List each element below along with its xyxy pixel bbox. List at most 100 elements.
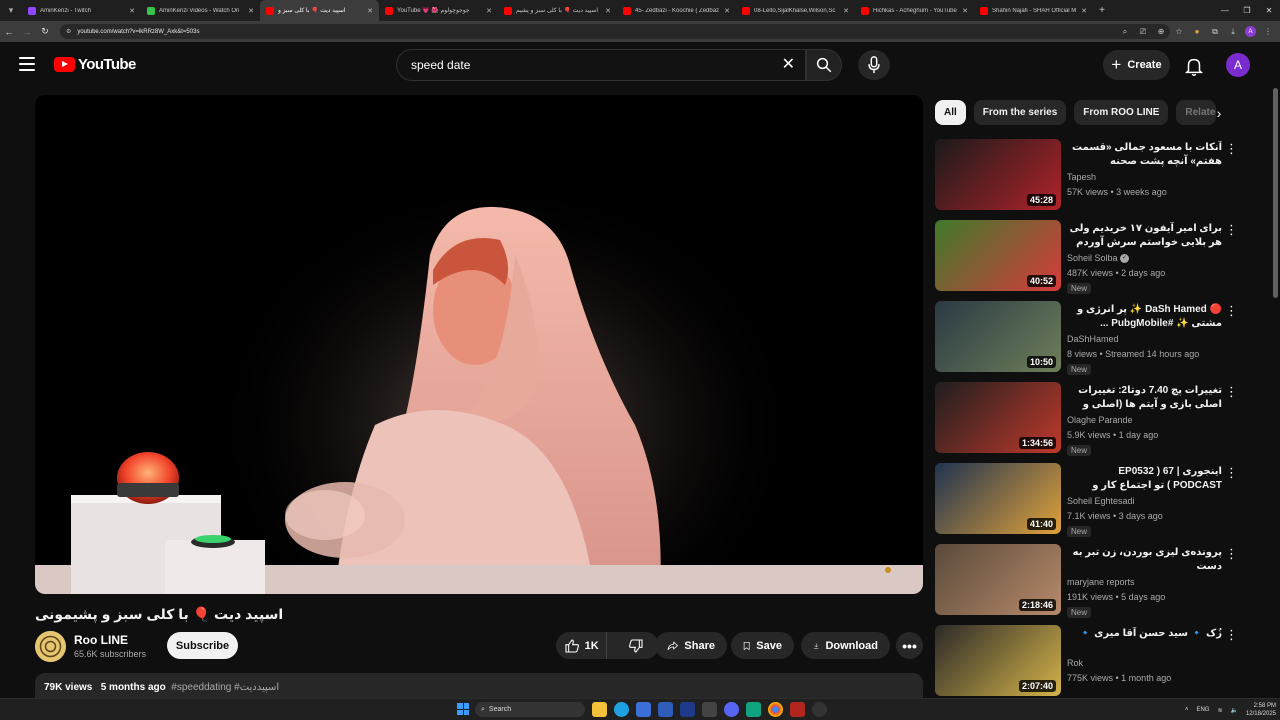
tab-close-icon[interactable]: ✕ xyxy=(367,7,373,15)
chrome-icon[interactable] xyxy=(768,702,783,717)
recommendation-channel[interactable]: Tapesh xyxy=(1067,172,1096,182)
notifications-bell-icon[interactable] xyxy=(1183,55,1205,77)
windows-start-icon[interactable] xyxy=(457,703,469,715)
url-field[interactable]: ⚙ youtube.com/watch?v=lkRRz8W_Axk&t=503s xyxy=(60,24,1170,39)
recommendation-item[interactable]: 40:52 برای امیر آیفون ۱۷ خریدیم ولی هر بل… xyxy=(935,220,1245,294)
back-icon[interactable]: ← xyxy=(0,21,18,42)
terminal-icon[interactable] xyxy=(702,702,717,717)
like-button[interactable]: 1K xyxy=(556,632,608,659)
close-window-icon[interactable]: ✕ xyxy=(1258,0,1280,21)
share-button[interactable]: Share xyxy=(655,632,727,659)
discord-icon[interactable] xyxy=(724,702,739,717)
tray-chevron-icon[interactable]: ˄ xyxy=(1185,707,1189,713)
video-thumbnail[interactable]: 2:07:40 xyxy=(935,625,1061,696)
recommendation-channel[interactable]: Olaghe Parande xyxy=(1067,415,1133,425)
language-indicator[interactable]: ENG xyxy=(1196,707,1209,713)
clock[interactable]: 2:58 PM 12/18/2025 xyxy=(1246,702,1276,718)
recommendation-channel[interactable]: Soheil Solba ✓ xyxy=(1067,253,1130,264)
recommendation-channel[interactable]: maryjane reports xyxy=(1067,577,1135,587)
recommendation-channel[interactable]: DaShHamed xyxy=(1067,334,1119,344)
recommendation-title[interactable]: پرونده‌ی لیزی بوردن، زن تبر به دست xyxy=(1067,546,1222,574)
app-icon-navy[interactable] xyxy=(680,702,695,717)
tab-close-icon[interactable]: ✕ xyxy=(962,7,968,15)
media-player-icon[interactable] xyxy=(812,702,827,717)
recommendation-item[interactable]: 41:40 اینجوری | EP0532 ) 67 PODCAST ) تو … xyxy=(935,463,1245,537)
browser-tab[interactable]: AminKenzi - Twitch ✕ xyxy=(22,0,141,21)
video-thumbnail[interactable]: 41:40 xyxy=(935,463,1061,534)
more-vertical-icon[interactable]: ⋮ xyxy=(1225,465,1238,481)
recommendation-item[interactable]: 10:50 🔴 DaSh Hamed ✨ پر انرژی و مشتی ✨ #P… xyxy=(935,301,1245,375)
app-icon-teal[interactable] xyxy=(746,702,761,717)
search-input[interactable] xyxy=(411,58,771,72)
recommendation-channel[interactable]: Rok xyxy=(1067,658,1083,668)
chip-from-series[interactable]: From the series xyxy=(973,100,1067,125)
chevron-right-icon[interactable]: › xyxy=(1208,100,1230,125)
clear-search-icon[interactable]: ✕ xyxy=(782,57,795,73)
youtube-logo[interactable]: YouTube xyxy=(54,56,136,73)
create-button[interactable]: + Create xyxy=(1103,50,1170,80)
browser-tab[interactable]: 08-Leito,SijalKhalse,Wilson,Sc ✕ xyxy=(736,0,855,21)
file-explorer-icon[interactable] xyxy=(592,702,607,717)
video-player[interactable] xyxy=(35,95,923,594)
new-tab-button[interactable]: + xyxy=(1093,0,1111,21)
more-vertical-icon[interactable]: ⋮ xyxy=(1225,141,1238,157)
tab-close-icon[interactable]: ✕ xyxy=(605,7,611,15)
video-thumbnail[interactable]: 2:18:46 xyxy=(935,544,1061,615)
install-icon[interactable]: ⊕ xyxy=(1155,27,1167,36)
more-vertical-icon[interactable]: ⋮ xyxy=(1225,384,1238,400)
extensions-puzzle-icon[interactable]: ⧉ xyxy=(1209,27,1221,37)
tab-close-icon[interactable]: ✕ xyxy=(248,7,254,15)
download-button[interactable]: Download xyxy=(801,632,890,659)
recommendation-item[interactable]: 45:28 آنکات با مسعود جمالی «قسمت هفتم» آن… xyxy=(935,139,1245,211)
recommendation-channel[interactable]: Soheil Eghtesadi xyxy=(1067,496,1135,506)
browser-tab[interactable]: YouTube 💗 🌺 جوجوچولوم ✕ xyxy=(379,0,498,21)
subscribe-button[interactable]: Subscribe xyxy=(167,632,238,659)
minimize-icon[interactable]: — xyxy=(1214,0,1236,21)
more-actions-button[interactable]: ••• xyxy=(896,632,923,659)
reload-icon[interactable]: ↻ xyxy=(36,21,54,42)
browser-tab[interactable]: Hichkas - Acheghum - YouTube ✕ xyxy=(855,0,974,21)
cast-icon[interactable]: ⎚ xyxy=(1137,27,1149,37)
page-scrollbar[interactable] xyxy=(1273,88,1278,298)
downloads-icon[interactable]: ⤓ xyxy=(1227,27,1239,37)
channel-name[interactable]: Roo LINE xyxy=(74,633,128,647)
browser-tab[interactable]: 45- Zedbazi - Koochie ( Zedbaz ✕ xyxy=(617,0,736,21)
more-vertical-icon[interactable]: ⋮ xyxy=(1225,222,1238,238)
tab-close-icon[interactable]: ✕ xyxy=(129,7,135,15)
video-thumbnail[interactable]: 1:34:56 xyxy=(935,382,1061,453)
recommendation-title[interactable]: اینجوری | EP0532 ) 67 PODCAST ) تو اجتما… xyxy=(1067,465,1222,493)
recommendation-title[interactable]: تغییرات پچ 7.40 دوتا2: تغییرات اصلی بازی… xyxy=(1067,384,1222,412)
recommendation-item[interactable]: 2:07:40 زُک 🔹 سید حسن آقا میری 🔹 Rok 775K v… xyxy=(935,625,1245,697)
wifi-icon[interactable]: ≋ xyxy=(1217,707,1222,714)
recommendation-item[interactable]: 1:34:56 تغییرات پچ 7.40 دوتا2: تغییرات اص… xyxy=(935,382,1245,456)
tab-close-icon[interactable]: ✕ xyxy=(843,7,849,15)
tab-close-icon[interactable]: ✕ xyxy=(486,7,492,15)
voice-search-button[interactable] xyxy=(858,50,890,80)
tab-search-icon[interactable]: ▾ xyxy=(0,0,22,21)
more-vertical-icon[interactable]: ⋮ xyxy=(1225,546,1238,562)
recommendation-title[interactable]: 🔴 DaSh Hamed ✨ پر انرژی و مشتی ✨ #PubgMo… xyxy=(1067,303,1222,331)
video-thumbnail[interactable]: 10:50 xyxy=(935,301,1061,372)
video-thumbnail[interactable]: 45:28 xyxy=(935,139,1061,210)
browser-tab[interactable]: AminKenzi Videos - Watch On ✕ xyxy=(141,0,260,21)
app-icon-blue[interactable] xyxy=(658,702,673,717)
hashtags[interactable]: #speeddating #اسپیددیت xyxy=(171,682,279,693)
video-thumbnail[interactable]: 40:52 xyxy=(935,220,1061,291)
edge-icon[interactable] xyxy=(614,702,629,717)
volume-icon[interactable]: 🔈 xyxy=(1230,707,1237,714)
menu-icon[interactable] xyxy=(19,57,35,71)
more-vertical-icon[interactable]: ⋮ xyxy=(1225,303,1238,319)
save-button[interactable]: Save xyxy=(731,632,794,659)
recommendation-title[interactable]: زُک 🔹 سید حسن آقا میری 🔹 xyxy=(1067,627,1222,641)
browser-tab[interactable]: اسپید دیت 🎈 با کلی سبز و پشیم ✕ xyxy=(498,0,617,21)
recommendation-item[interactable]: 2:18:46 پرونده‌ی لیزی بوردن، زن تبر به دس… xyxy=(935,544,1245,618)
dislike-button[interactable] xyxy=(613,632,659,659)
taskbar-search[interactable]: ⌕ Search xyxy=(475,702,585,717)
browser-menu-icon[interactable]: ⋮ xyxy=(1262,27,1274,36)
recommendation-title[interactable]: برای امیر آیفون ۱۷ خریدیم ولی هر بلایی خ… xyxy=(1067,222,1222,250)
extension-icon[interactable]: ● xyxy=(1191,27,1203,36)
search-button[interactable] xyxy=(806,49,842,81)
zoom-icon[interactable]: ⌕ xyxy=(1119,27,1131,37)
browser-tab[interactable]: Shahin Najafi - SHAH Official M ✕ xyxy=(974,0,1093,21)
recommendation-title[interactable]: آنکات با مسعود جمالی «قسمت هفتم» آنچه پش… xyxy=(1067,141,1222,169)
